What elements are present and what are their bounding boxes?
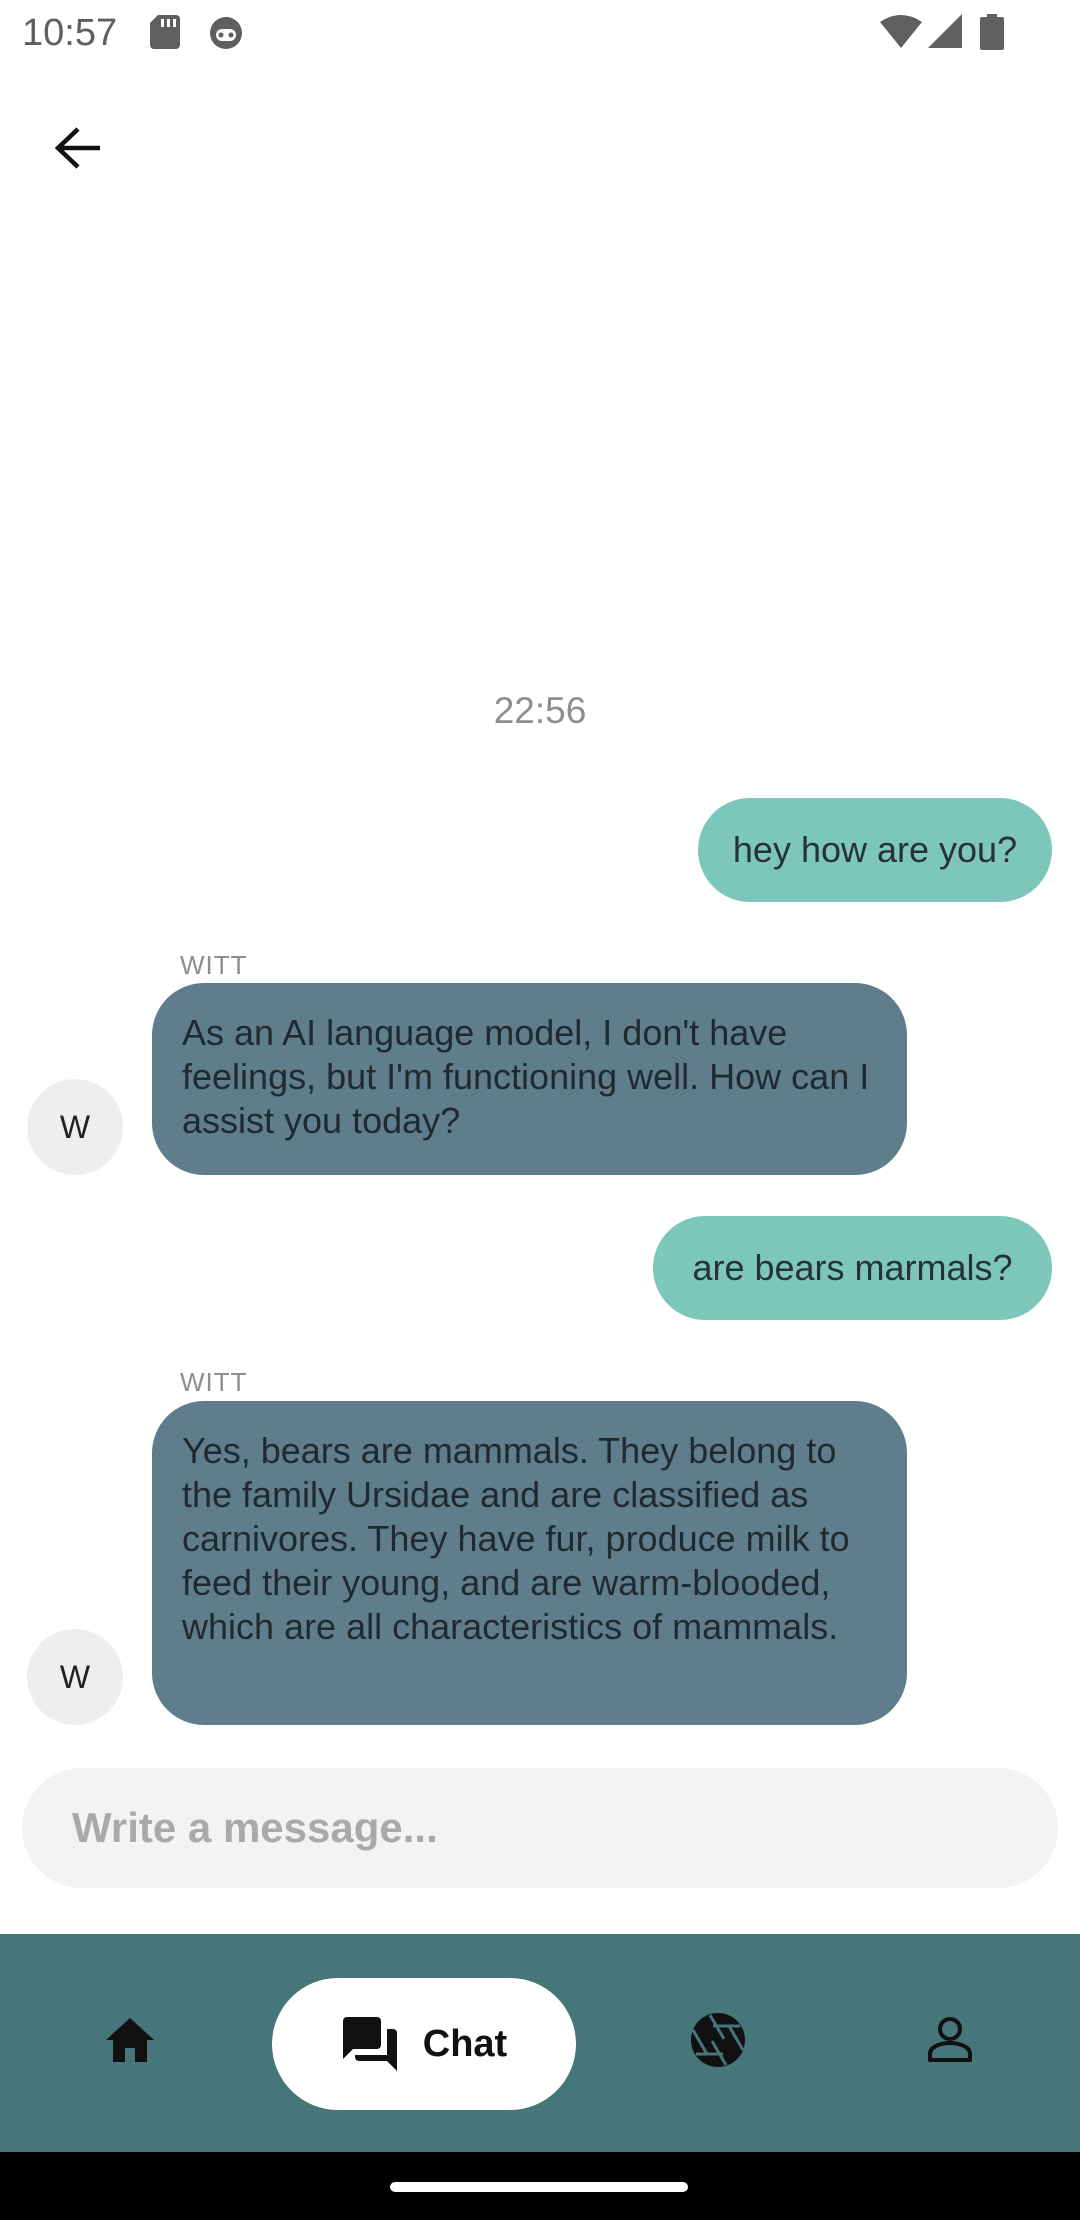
avatar-initial: W: [59, 1108, 91, 1145]
message-text: Yes, bears are mammals. They belong to t…: [182, 1430, 850, 1647]
sd-card-icon: [150, 15, 180, 49]
user-message-bubble[interactable]: hey how are you?: [698, 798, 1052, 902]
chat-icon: [342, 2017, 397, 2071]
battery-icon: [980, 14, 1004, 50]
nav-chat-label: Chat: [422, 2022, 508, 2065]
message-input[interactable]: [22, 1768, 1058, 1888]
status-bar: 10:57: [0, 0, 1080, 66]
nav-chat[interactable]: Chat: [272, 1978, 576, 2110]
home-icon: [106, 2018, 154, 2062]
signal-icon: [928, 14, 962, 48]
sender-name: WITT: [180, 950, 248, 980]
arrow-back-icon: [54, 127, 100, 169]
nav-camera[interactable]: [676, 1998, 760, 2082]
wifi-icon: [880, 15, 922, 48]
message-text: As an AI language model, I don't have fe…: [182, 1012, 870, 1141]
bot-message-bubble[interactable]: As an AI language model, I don't have fe…: [152, 983, 907, 1175]
chat-timestamp: 22:56: [493, 690, 587, 731]
system-nav-bar: [0, 2152, 1080, 2220]
bot-message-bubble[interactable]: Yes, bears are mammals. They belong to t…: [152, 1401, 907, 1725]
camera-aperture-icon: [691, 2013, 745, 2067]
nav-home[interactable]: [88, 1998, 172, 2082]
person-icon: [928, 2017, 972, 2062]
message-composer: [22, 1768, 1058, 1888]
robot-icon: [210, 17, 242, 49]
home-gesture-indicator[interactable]: [390, 2182, 688, 2192]
avatar[interactable]: W: [27, 1079, 123, 1175]
avatar-initial: W: [59, 1658, 91, 1695]
bottom-nav: Chat: [0, 1934, 1080, 2152]
nav-profile[interactable]: [908, 1998, 992, 2082]
message-text: hey how are you?: [732, 829, 1018, 870]
back-button[interactable]: [40, 110, 116, 186]
avatar[interactable]: W: [27, 1629, 123, 1725]
user-message-bubble[interactable]: are bears marmals?: [653, 1216, 1052, 1320]
status-time: 10:57: [22, 12, 118, 54]
message-text: are bears marmals?: [692, 1247, 1013, 1288]
sender-name: WITT: [180, 1367, 248, 1397]
